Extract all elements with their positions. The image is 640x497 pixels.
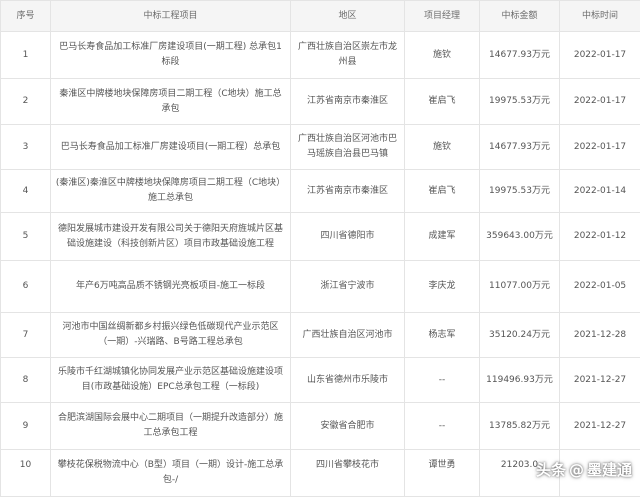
- table-row: 4 (秦淮区)秦淮区中牌楼地块保障房项目二期工程（C地块）施工总承包 江苏省南京…: [1, 170, 640, 213]
- table-row: 7 河池市中国丝绸新都乡村振兴绿色低碳现代产业示范区（一期）-兴瑞路、B号路工程…: [1, 313, 640, 358]
- cell-no: 5: [1, 213, 51, 261]
- cell-amount: 13785.82万元: [480, 403, 560, 450]
- cell-date: 2022-01-14: [560, 170, 640, 213]
- cell-no: 7: [1, 313, 51, 358]
- cell-amount: 11077.00万元: [480, 261, 560, 313]
- table-row: 2 秦淮区中牌楼地块保障房项目二期工程（C地块）施工总承包 江苏省南京市秦淮区 …: [1, 79, 640, 125]
- cell-manager: --: [405, 358, 480, 403]
- cell-project: 秦淮区中牌楼地块保障房项目二期工程（C地块）施工总承包: [51, 79, 291, 125]
- cell-no: 1: [1, 32, 51, 79]
- cell-manager: 崔启飞: [405, 79, 480, 125]
- cell-region: 广西壮族自治区崇左市龙州县: [291, 32, 405, 79]
- cell-date: 2022-01-17: [560, 125, 640, 170]
- cell-amount: 35120.24万元: [480, 313, 560, 358]
- cell-project: 巴马长寿食品加工标准厂房建设项目(一期工程) 总承包1标段: [51, 32, 291, 79]
- cell-project: (秦淮区)秦淮区中牌楼地块保障房项目二期工程（C地块）施工总承包: [51, 170, 291, 213]
- cell-date: 2021-12-27: [560, 358, 640, 403]
- cell-manager: 杨志军: [405, 313, 480, 358]
- bid-results-table: 序号 中标工程项目 地区 项目经理 中标金额 中标时间 1 巴马长寿食品加工标准…: [0, 0, 640, 497]
- cell-project: 年产6万吨高品质不锈钢光亮板项目-施工一标段: [51, 261, 291, 313]
- watermark-at-symbol: @: [569, 461, 584, 479]
- table-header-row: 序号 中标工程项目 地区 项目经理 中标金额 中标时间: [1, 1, 640, 32]
- column-header-region: 地区: [291, 1, 405, 32]
- table-row: 1 巴马长寿食品加工标准厂房建设项目(一期工程) 总承包1标段 广西壮族自治区崇…: [1, 32, 640, 79]
- cell-project: 巴马长寿食品加工标准厂房建设项目(一期工程）总承包: [51, 125, 291, 170]
- cell-date: 2022-01-17: [560, 79, 640, 125]
- cell-project: 河池市中国丝绸新都乡村振兴绿色低碳现代产业示范区（一期）-兴瑞路、B号路工程总承…: [51, 313, 291, 358]
- cell-no: 2: [1, 79, 51, 125]
- cell-manager: 崔启飞: [405, 170, 480, 213]
- cell-no: 10: [1, 450, 51, 497]
- table-row: 5 德阳发展城市建设开发有限公司关于德阳天府旌城片区基础设施建设（科技创新片区）…: [1, 213, 640, 261]
- cell-manager: --: [405, 403, 480, 450]
- column-header-project: 中标工程项目: [51, 1, 291, 32]
- cell-date: 2021-12-28: [560, 313, 640, 358]
- cell-region: 山东省德州市乐陵市: [291, 358, 405, 403]
- cell-region: 浙江省宁波市: [291, 261, 405, 313]
- watermark-author: 墨建通: [587, 459, 632, 480]
- cell-region: 四川省德阳市: [291, 213, 405, 261]
- cell-manager: 成建军: [405, 213, 480, 261]
- cell-manager: 施钦: [405, 32, 480, 79]
- cell-amount: 19975.53万元: [480, 79, 560, 125]
- cell-no: 4: [1, 170, 51, 213]
- cell-date: 2021-12-27: [560, 403, 640, 450]
- cell-amount: 14677.93万元: [480, 32, 560, 79]
- cell-project: 合肥滨湖国际会展中心二期项目（一期提升改造部分）施工总承包工程: [51, 403, 291, 450]
- cell-region: 四川省攀枝花市: [291, 450, 405, 497]
- cell-manager: 谭世勇: [405, 450, 480, 497]
- cell-amount: 359643.00万元: [480, 213, 560, 261]
- cell-manager: 施钦: [405, 125, 480, 170]
- cell-no: 8: [1, 358, 51, 403]
- cell-region: 广西壮族自治区河池市巴马瑶族自治县巴马镇: [291, 125, 405, 170]
- cell-amount: 14677.93万元: [480, 125, 560, 170]
- cell-no: 9: [1, 403, 51, 450]
- cell-manager: 李庆龙: [405, 261, 480, 313]
- column-header-amount: 中标金额: [480, 1, 560, 32]
- cell-project: 德阳发展城市建设开发有限公司关于德阳天府旌城片区基础设施建设（科技创新片区）项目…: [51, 213, 291, 261]
- cell-date: 2022-01-12: [560, 213, 640, 261]
- cell-date: 2022-01-17: [560, 32, 640, 79]
- toutiao-watermark: 头条 @ 墨建通: [536, 459, 632, 480]
- cell-no: 3: [1, 125, 51, 170]
- watermark-source: 头条: [536, 459, 566, 480]
- cell-region: 安徽省合肥市: [291, 403, 405, 450]
- table-row: 6 年产6万吨高品质不锈钢光亮板项目-施工一标段 浙江省宁波市 李庆龙 1107…: [1, 261, 640, 313]
- table-row: 8 乐陵市千红湖城镇化协同发展产业示范区基础设施建设项目(市政基础设施）EPC总…: [1, 358, 640, 403]
- cell-region: 江苏省南京市秦淮区: [291, 79, 405, 125]
- column-header-date: 中标时间: [560, 1, 640, 32]
- cell-amount: 119496.93万元: [480, 358, 560, 403]
- table-row: 3 巴马长寿食品加工标准厂房建设项目(一期工程）总承包 广西壮族自治区河池市巴马…: [1, 125, 640, 170]
- column-header-manager: 项目经理: [405, 1, 480, 32]
- cell-project: 乐陵市千红湖城镇化协同发展产业示范区基础设施建设项目(市政基础设施）EPC总承包…: [51, 358, 291, 403]
- cell-project: 攀枝花保税物流中心（B型）项目（一期）设计-施工总承包-/: [51, 450, 291, 497]
- column-header-no: 序号: [1, 1, 51, 32]
- table-row: 9 合肥滨湖国际会展中心二期项目（一期提升改造部分）施工总承包工程 安徽省合肥市…: [1, 403, 640, 450]
- cell-region: 江苏省南京市秦淮区: [291, 170, 405, 213]
- cell-region: 广西壮族自治区河池市: [291, 313, 405, 358]
- cell-amount: 19975.53万元: [480, 170, 560, 213]
- cell-date: 2022-01-05: [560, 261, 640, 313]
- cell-no: 6: [1, 261, 51, 313]
